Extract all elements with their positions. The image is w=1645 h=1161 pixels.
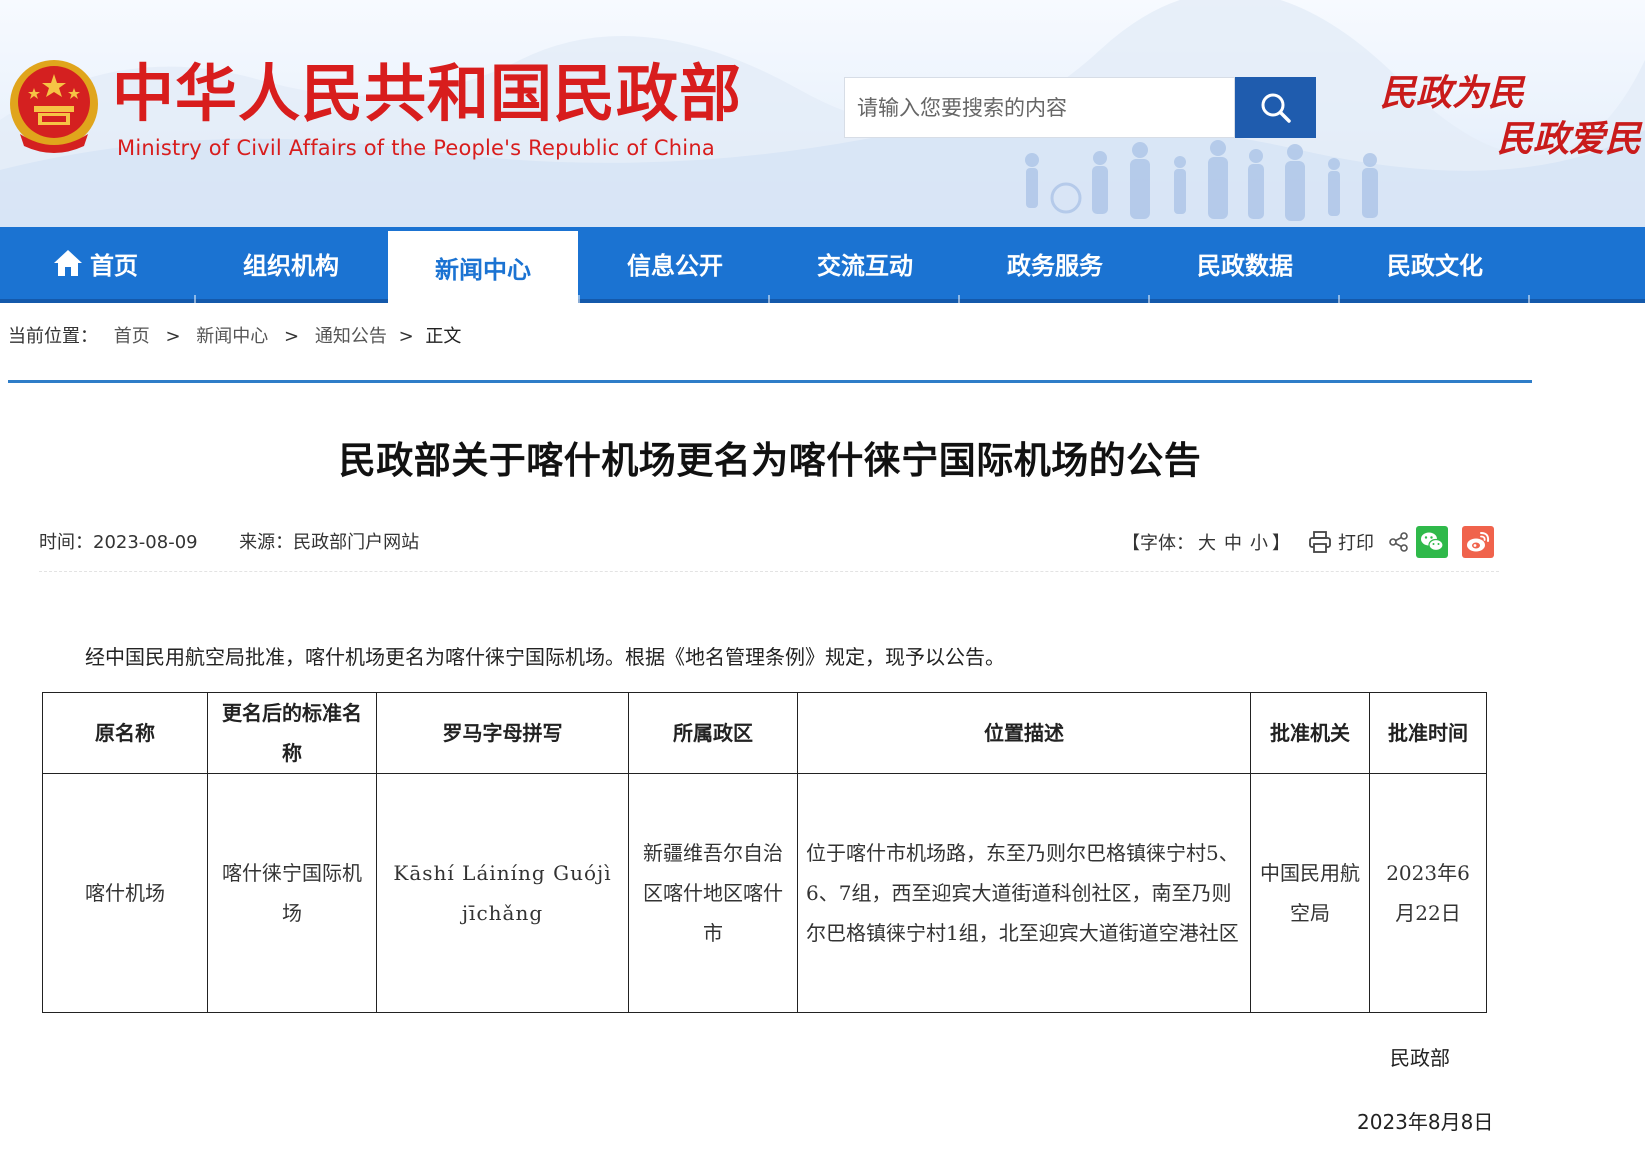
publish-time: 2023-08-09 <box>93 532 198 553</box>
ministry-title-en: Ministry of Civil Affairs of the People'… <box>117 136 715 160</box>
col-header-location: 位置描述 <box>797 692 1251 774</box>
weibo-icon[interactable] <box>1462 526 1494 558</box>
nav-item-culture[interactable]: 民政文化 <box>1340 227 1530 299</box>
table-header-row: 原名称 更名后的标准名称 罗马字母拼写 所属政区 位置描述 批准机关 批准时间 <box>42 692 1487 774</box>
font-size-close: 】 <box>1272 533 1290 554</box>
search-input[interactable] <box>855 78 1229 137</box>
nav-label: 信息公开 <box>627 251 723 280</box>
cell-romanization: Kāshí Láiníng Guójì jīchǎng <box>376 773 629 1013</box>
col-header-region: 所属政区 <box>628 692 798 774</box>
article-paragraph: 经中国民用航空局批准，喀什机场更名为喀什徕宁国际机场。根据《地名管理条例》规定，… <box>85 645 1005 669</box>
font-size-label: 【字体： <box>1122 533 1194 554</box>
nav-item-gov-services[interactable]: 政务服务 <box>960 227 1150 299</box>
main-nav: 首页 组织机构 新闻中心 信息公开 交流互动 政务服务 民政数据 民政文化 <box>0 227 1645 303</box>
slogan-line-1: 民政为民 <box>1380 72 1525 114</box>
breadcrumb-label: 当前位置： <box>8 326 98 347</box>
home-icon <box>54 250 82 276</box>
col-header-old-name: 原名称 <box>42 692 208 774</box>
site-header: 中华人民共和国民政部 Ministry of Civil Affairs of … <box>0 0 1645 227</box>
font-size-large[interactable]: 大 <box>1198 533 1216 554</box>
breadcrumb-link-notices[interactable]: 通知公告 <box>315 326 387 347</box>
nav-item-interaction[interactable]: 交流互动 <box>770 227 960 299</box>
nav-separator <box>1528 295 1530 303</box>
search-box <box>844 77 1235 138</box>
cell-location: 位于喀什市机场路，东至乃则尔巴格镇徕宁村5、6、7组，西至迎宾大道街道科创社区，… <box>797 773 1251 1013</box>
print-label: 打印 <box>1338 533 1374 554</box>
ministry-title-cn: 中华人民共和国民政部 <box>112 57 743 130</box>
content-top-rule <box>8 380 1532 383</box>
col-header-romanization: 罗马字母拼写 <box>376 692 629 774</box>
nav-label: 首页 <box>90 251 138 280</box>
meta-divider <box>39 571 1499 572</box>
cell-authority: 中国民用航空局 <box>1250 773 1370 1013</box>
col-header-approval-date: 批准时间 <box>1369 692 1487 774</box>
nav-item-news-center[interactable]: 新闻中心 <box>388 231 578 303</box>
nav-label: 交流互动 <box>817 251 913 280</box>
breadcrumb: 当前位置： 首页 > 新闻中心 > 通知公告 > 正文 <box>8 322 461 348</box>
cell-approval-date: 2023年6月22日 <box>1369 773 1487 1013</box>
col-header-authority: 批准机关 <box>1250 692 1370 774</box>
search-button[interactable] <box>1235 77 1316 138</box>
nav-item-home[interactable]: 首页 <box>0 227 190 299</box>
nav-label: 组织机构 <box>243 251 339 280</box>
time-label: 时间： <box>39 532 93 553</box>
col-header-new-name: 更名后的标准名称 <box>207 692 377 774</box>
breadcrumb-separator: > <box>398 326 414 347</box>
source-label: 来源： <box>239 532 294 553</box>
breadcrumb-link-home[interactable]: 首页 <box>114 326 150 347</box>
article-tools: 【字体：大中小】 打印 <box>1122 524 1494 560</box>
national-emblem-icon[interactable] <box>6 56 102 156</box>
nav-label: 新闻中心 <box>435 255 531 284</box>
search-icon <box>1261 93 1291 123</box>
nav-item-info-disclosure[interactable]: 信息公开 <box>580 227 770 299</box>
share-icon[interactable] <box>1388 531 1410 553</box>
article-date: 2023年8月8日 <box>1357 1110 1494 1134</box>
people-silhouette-illustration <box>1025 140 1378 221</box>
article-meta: 时间：2023-08-09 来源：民政部门户网站 <box>39 528 419 554</box>
place-name-table: 原名称 更名后的标准名称 罗马字母拼写 所属政区 位置描述 批准机关 批准时间 … <box>42 692 1487 1013</box>
nav-item-data[interactable]: 民政数据 <box>1150 227 1340 299</box>
cell-region: 新疆维吾尔自治区喀什地区喀什市 <box>628 773 798 1013</box>
cell-new-name: 喀什徕宁国际机场 <box>207 773 377 1013</box>
nav-label: 民政数据 <box>1197 251 1293 280</box>
printer-icon <box>1309 531 1331 553</box>
breadcrumb-separator: > <box>165 326 181 347</box>
article-signature: 民政部 <box>1390 1046 1450 1070</box>
nav-item-organization[interactable]: 组织机构 <box>196 227 386 299</box>
cell-old-name: 喀什机场 <box>42 773 208 1013</box>
breadcrumb-separator: > <box>284 326 300 347</box>
print-button[interactable]: 打印 <box>1308 529 1374 555</box>
article-source: 民政部门户网站 <box>293 532 420 553</box>
font-size-medium[interactable]: 中 <box>1224 533 1242 554</box>
nav-label: 政务服务 <box>1007 251 1103 280</box>
nav-label: 民政文化 <box>1387 251 1483 280</box>
font-size-switcher: 【字体：大中小】 <box>1122 529 1290 555</box>
article-title: 民政部关于喀什机场更名为喀什徕宁国际机场的公告 <box>338 439 1202 482</box>
table-row: 喀什机场 喀什徕宁国际机场 Kāshí Láiníng Guójì jīchǎn… <box>42 773 1487 1013</box>
breadcrumb-link-news-center[interactable]: 新闻中心 <box>196 326 268 347</box>
breadcrumb-current: 正文 <box>425 326 462 347</box>
font-size-small[interactable]: 小 <box>1250 533 1268 554</box>
slogan-line-2: 民政爱民 <box>1497 118 1642 160</box>
wechat-icon[interactable] <box>1416 526 1448 558</box>
